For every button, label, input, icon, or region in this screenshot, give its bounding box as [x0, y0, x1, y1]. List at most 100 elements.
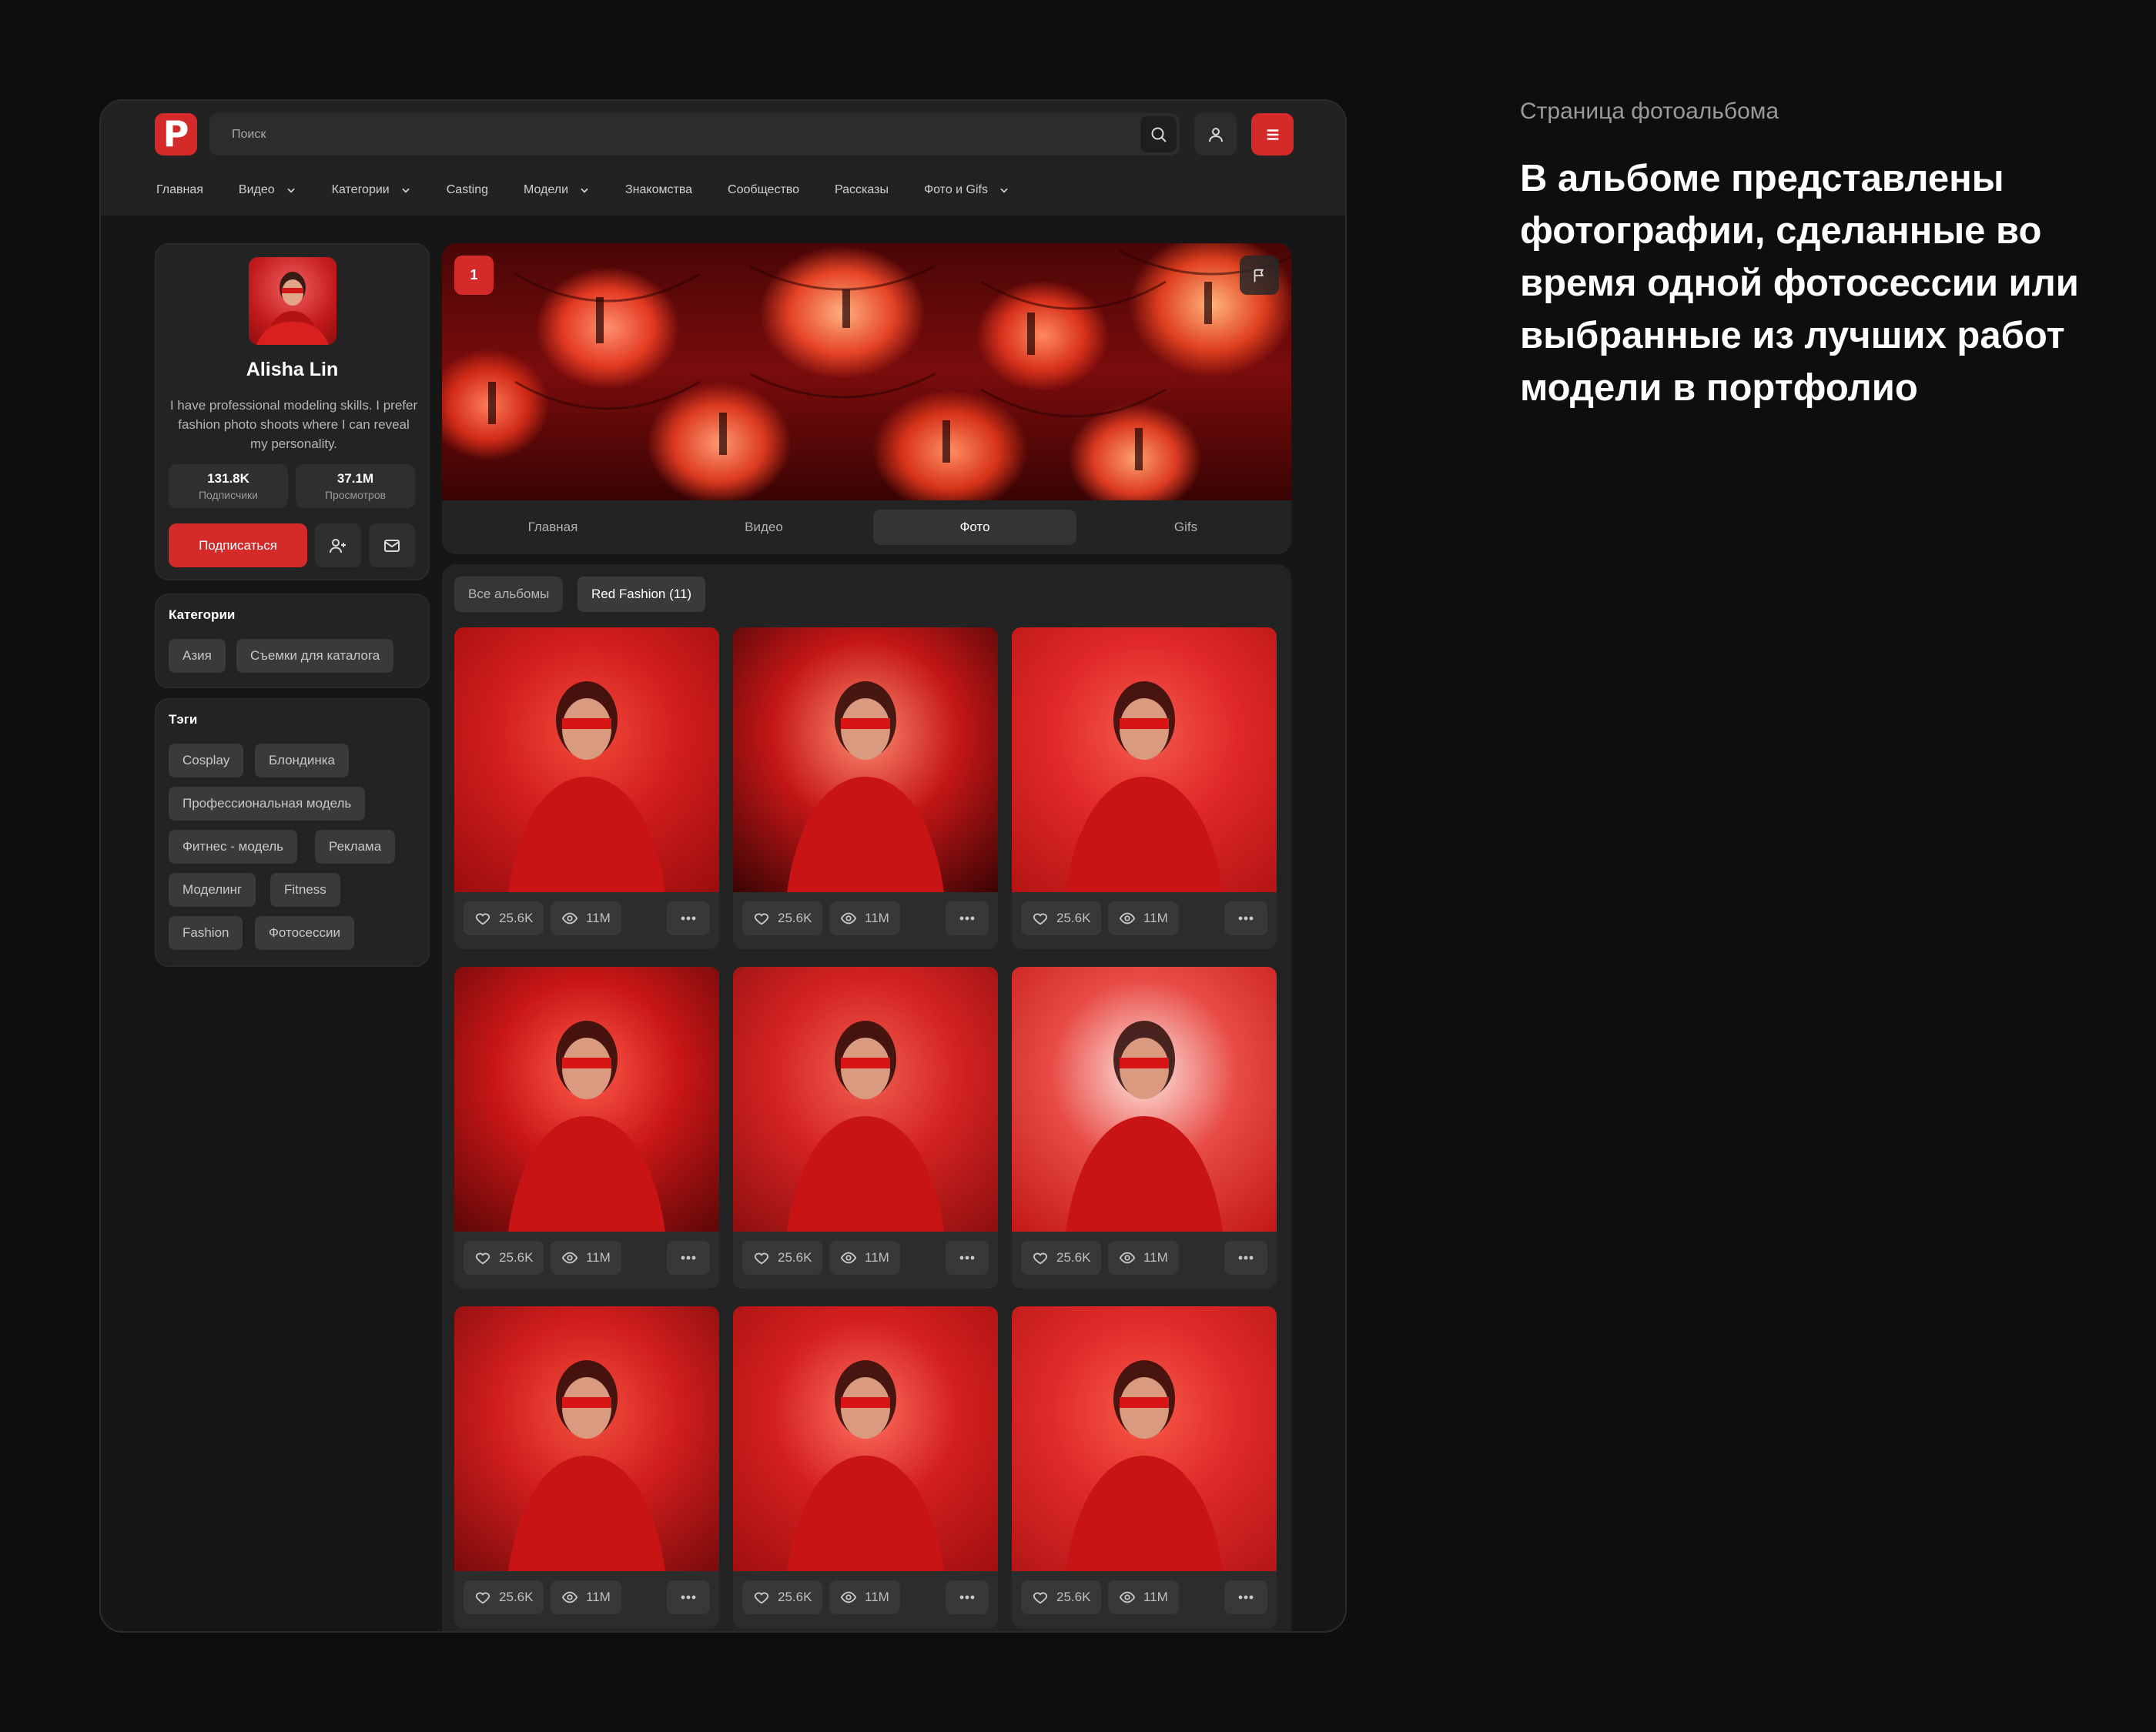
photo-card[interactable]: 25.6K 11M: [454, 967, 719, 1289]
subscribe-button[interactable]: Подписаться: [169, 523, 307, 567]
categories-card: Категории Азия Съемки для каталога: [155, 593, 430, 688]
avatar[interactable]: [249, 257, 336, 345]
tag-chip[interactable]: Fashion: [169, 916, 243, 950]
nav-item[interactable]: Casting: [447, 175, 488, 206]
more-icon: [1238, 1256, 1254, 1260]
search-icon: [1151, 127, 1167, 142]
all-albums-button[interactable]: Все альбомы: [454, 577, 564, 612]
more-button[interactable]: [667, 901, 710, 935]
nav-item[interactable]: Главная: [156, 175, 203, 206]
more-icon: [681, 1595, 696, 1600]
heart-icon: [475, 1252, 490, 1265]
views-counter: 11M: [829, 1580, 900, 1614]
tag-chip[interactable]: Реклама: [315, 830, 396, 864]
tag-chip[interactable]: Фотосессии: [255, 916, 355, 950]
tag-chip[interactable]: Блондинка: [255, 744, 349, 777]
profile-tabs: Главная Видео Фото Gifs: [442, 500, 1291, 554]
likes-button[interactable]: 25.6K: [742, 1241, 823, 1275]
photo-meta: 25.6K 11M: [454, 1232, 719, 1289]
category-chip[interactable]: Азия: [169, 639, 226, 673]
photo-thumbnail[interactable]: [733, 1306, 998, 1571]
likes-button[interactable]: 25.6K: [1021, 1580, 1102, 1614]
tab-home[interactable]: Главная: [451, 510, 654, 545]
tag-chip[interactable]: Профессиональная модель: [169, 787, 366, 821]
tag-chip[interactable]: Fitness: [270, 873, 340, 907]
photo-thumbnail[interactable]: [454, 1306, 719, 1571]
eye-icon: [1119, 1591, 1136, 1603]
tab-photo[interactable]: Фото: [873, 510, 1076, 545]
more-button[interactable]: [946, 1580, 989, 1614]
heart-icon: [754, 1592, 769, 1604]
add-friend-button[interactable]: [315, 523, 361, 567]
eye-icon: [561, 1591, 578, 1603]
photo-meta: 25.6K 11M: [733, 1232, 998, 1289]
current-album-button[interactable]: Red Fashion (11): [578, 577, 706, 612]
search-bar: [209, 113, 1180, 155]
photo-card[interactable]: 25.6K 11M: [454, 1306, 719, 1628]
search-input[interactable]: [209, 113, 1118, 155]
photo-thumbnail[interactable]: [1012, 967, 1277, 1232]
heart-icon: [475, 913, 490, 925]
photo-card[interactable]: 25.6K 11M: [733, 967, 998, 1289]
menu-button[interactable]: [1251, 113, 1294, 155]
nav-item[interactable]: Модели: [524, 175, 590, 206]
nav-item[interactable]: Сообщество: [728, 175, 799, 206]
photo-meta: 25.6K 11M: [1012, 892, 1277, 949]
photo-thumbnail[interactable]: [733, 627, 998, 892]
heart-icon: [754, 913, 769, 925]
heart-icon: [475, 1592, 490, 1604]
photo-thumbnail[interactable]: [454, 967, 719, 1232]
more-button[interactable]: [1224, 901, 1267, 935]
chevron-down-icon: [286, 188, 295, 193]
heart-icon: [754, 1252, 769, 1265]
photo-thumbnail[interactable]: [1012, 627, 1277, 892]
photo-card[interactable]: 25.6K 11M: [1012, 1306, 1277, 1628]
views-stat: 37.1M Просмотров: [296, 464, 415, 508]
more-button[interactable]: [1224, 1241, 1267, 1275]
user-icon: [1208, 127, 1223, 142]
views-counter: 11M: [1108, 901, 1179, 935]
likes-button[interactable]: 25.6K: [464, 1241, 544, 1275]
tags-card: Тэги Cosplay Блондинка Профессиональная …: [155, 698, 430, 967]
nav-item[interactable]: Видео: [239, 175, 296, 206]
likes-button[interactable]: 25.6K: [464, 901, 544, 935]
more-button[interactable]: [667, 1241, 710, 1275]
nav-item[interactable]: Рассказы: [835, 175, 889, 206]
more-button[interactable]: [1224, 1580, 1267, 1614]
more-button[interactable]: [946, 1241, 989, 1275]
likes-button[interactable]: 25.6K: [1021, 1241, 1102, 1275]
more-button[interactable]: [946, 901, 989, 935]
profile-button[interactable]: [1194, 113, 1237, 155]
nav-item[interactable]: Знакомства: [625, 175, 692, 206]
more-button[interactable]: [667, 1580, 710, 1614]
profile-name: Alisha Lin: [246, 359, 339, 380]
photo-thumbnail[interactable]: [733, 967, 998, 1232]
photo-thumbnail[interactable]: [454, 627, 719, 892]
subscribers-stat: 131.8K Подписчики: [169, 464, 288, 508]
photo-card[interactable]: 25.6K 11M: [733, 627, 998, 949]
nav-item[interactable]: Фото и Gifs: [924, 175, 1009, 206]
report-button[interactable]: [1240, 256, 1279, 295]
likes-button[interactable]: 25.6K: [464, 1580, 544, 1614]
tag-chip[interactable]: Cosplay: [169, 744, 244, 777]
likes-button[interactable]: 25.6K: [742, 1580, 823, 1614]
message-button[interactable]: [369, 523, 415, 567]
app-window: P ГлавнаяВидеоКатегорииCastingМоделиЗнак…: [99, 99, 1347, 1633]
logo-icon[interactable]: P: [155, 113, 197, 155]
photo-card[interactable]: 25.6K 11M: [1012, 627, 1277, 949]
flag-icon: [1254, 269, 1264, 282]
category-chip[interactable]: Съемки для каталога: [236, 639, 394, 673]
likes-button[interactable]: 25.6K: [742, 901, 823, 935]
tab-gifs[interactable]: Gifs: [1084, 510, 1287, 545]
tag-chip[interactable]: Моделинг: [169, 873, 256, 907]
photo-card[interactable]: 25.6K 11M: [733, 1306, 998, 1628]
photo-thumbnail[interactable]: [1012, 1306, 1277, 1571]
search-button[interactable]: [1140, 116, 1177, 152]
likes-button[interactable]: 25.6K: [1021, 901, 1102, 935]
profile-bio: I have professional modeling skills. I p…: [169, 398, 418, 451]
tab-video[interactable]: Видео: [662, 510, 865, 545]
tag-chip[interactable]: Фитнес - модель: [169, 830, 298, 864]
nav-item[interactable]: Категории: [332, 175, 411, 206]
photo-card[interactable]: 25.6K 11M: [454, 627, 719, 949]
photo-card[interactable]: 25.6K 11M: [1012, 967, 1277, 1289]
